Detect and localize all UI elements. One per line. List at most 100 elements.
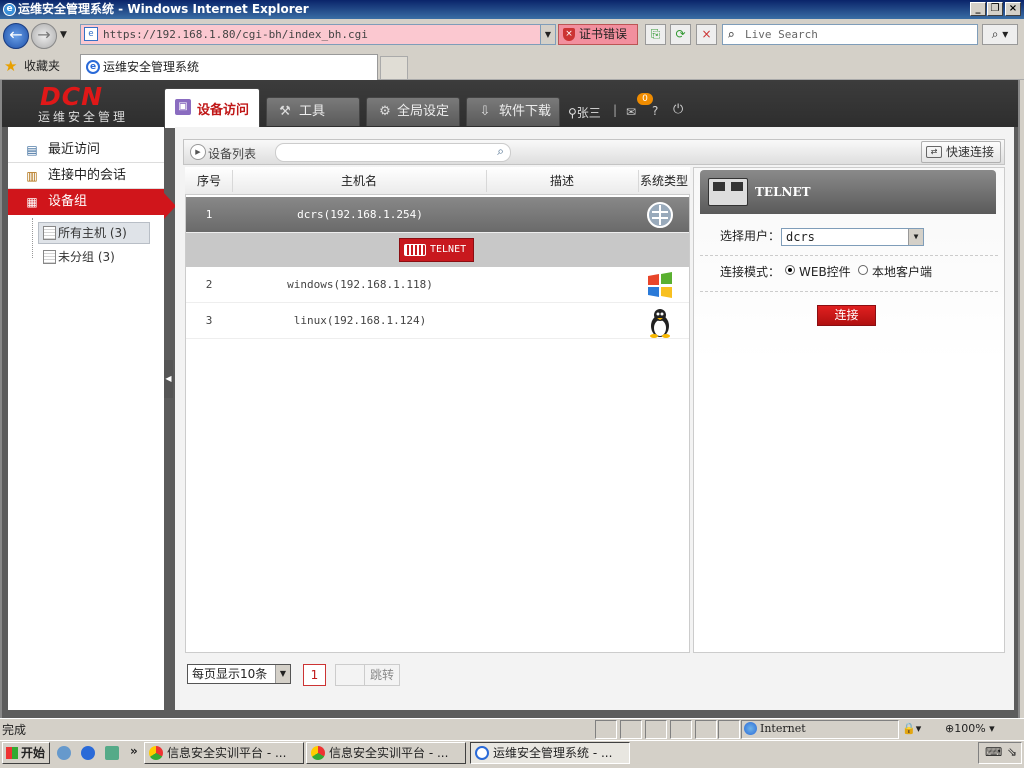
logo-subtitle: 运维安全管理	[38, 110, 129, 124]
globe-icon	[744, 722, 757, 735]
chevron-down-icon[interactable]: ▼	[908, 229, 923, 245]
tab-label: 工具	[299, 104, 326, 119]
divider	[700, 255, 998, 256]
sidebar-item-device-group[interactable]: ▦ 设备组	[8, 189, 164, 215]
zoom-control[interactable]: ⊕100% ▾	[945, 722, 995, 735]
page-number-button[interactable]: 1	[303, 664, 326, 686]
user-select[interactable]: dcrs ▼	[781, 228, 924, 246]
close-window-button[interactable]: ×	[1005, 2, 1021, 16]
host-list-icon	[43, 250, 56, 264]
refresh-icon[interactable]: ⟳	[670, 24, 691, 45]
ie-icon	[475, 746, 489, 760]
quicklaunch-icon[interactable]	[57, 746, 71, 760]
search-icon[interactable]: ⌕	[497, 144, 504, 159]
tab-global-settings[interactable]: ⚙ 全局设定	[366, 97, 460, 126]
protected-mode-icon[interactable]: 🔒▾	[902, 722, 921, 735]
search-input[interactable]: ⌕ Live Search	[722, 24, 978, 45]
per-page-value: 每页显示10条	[192, 667, 268, 681]
window-title: 运维安全管理系统 - Windows Internet Explorer	[18, 2, 309, 16]
gear-icon: ⚙	[379, 104, 391, 119]
sidebar-item-recent[interactable]: ▤ 最近访问	[8, 137, 164, 163]
task-label: 信息安全实训平台 - ...	[167, 746, 287, 760]
search-icon: ⌕	[727, 28, 735, 43]
taskbar-item[interactable]: 运维安全管理系统 - ...	[470, 742, 630, 764]
start-button[interactable]: 开始	[2, 742, 50, 764]
sidebar-item-sessions[interactable]: ▥ 连接中的会话	[8, 163, 164, 189]
telnet-computers-icon	[708, 178, 748, 206]
col-header-hostname[interactable]: 主机名	[232, 167, 486, 195]
row-seq: 1	[205, 208, 213, 221]
chevron-down-icon[interactable]: ▼	[275, 665, 290, 683]
row-seq: 3	[205, 314, 213, 327]
help-icon[interactable]: ?	[652, 104, 658, 118]
mail-count-badge: 0	[637, 93, 653, 105]
windows-flag-icon	[6, 747, 18, 759]
maximize-button[interactable]: ❐	[987, 2, 1003, 16]
taskbar-item[interactable]: 信息安全实训平台 - ...	[306, 742, 466, 764]
radio-local-client[interactable]	[858, 265, 868, 275]
ie-quicklaunch-icon[interactable]	[81, 746, 95, 760]
forward-button[interactable]: →	[31, 23, 57, 49]
jump-button[interactable]: 跳转	[364, 664, 400, 686]
tab-label: 软件下载	[499, 104, 552, 119]
mail-icon[interactable]: ✉	[626, 105, 636, 119]
minimize-button[interactable]: _	[970, 2, 986, 16]
telnet-label: TELNET	[430, 244, 467, 255]
back-button[interactable]: ←	[3, 23, 29, 49]
play-icon[interactable]: ▶	[190, 144, 206, 160]
device-search-input[interactable]: ⌕	[275, 143, 511, 162]
favorites-star-icon[interactable]: ★	[4, 57, 17, 75]
page-jump-input[interactable]	[335, 664, 365, 686]
network-tray-icon[interactable]: ⇘	[1007, 745, 1017, 759]
per-page-select[interactable]: 每页显示10条 ▼	[187, 664, 291, 684]
task-label: 运维安全管理系统 - ...	[493, 746, 613, 760]
browser-tab[interactable]: e 运维安全管理系统	[80, 54, 378, 80]
tree-item-all-hosts[interactable]: 所有主机 (3)	[58, 223, 127, 243]
favorites-button[interactable]: 收藏夹	[24, 57, 60, 74]
table-row[interactable]: 2 windows(192.168.1.118)	[186, 267, 689, 303]
compatibility-icon[interactable]: ⎘	[645, 24, 666, 45]
ie-tab-icon: e	[86, 60, 100, 74]
user-name: 张三	[576, 106, 601, 120]
shield-icon: ×	[563, 28, 575, 41]
tab-software-download[interactable]: ⇩ 软件下载	[466, 97, 560, 126]
table-row[interactable]: 3 linux(192.168.1.124)	[186, 303, 689, 339]
table-row[interactable]: 1 dcrs(192.168.1.254)	[186, 197, 689, 233]
quicklaunch-more[interactable]: »	[130, 744, 138, 758]
logout-power-icon[interactable]: ⏻	[673, 102, 683, 117]
connect-button[interactable]: 连接	[817, 305, 876, 326]
new-tab-button[interactable]	[380, 56, 408, 80]
col-header-os-type[interactable]: 系统类型	[638, 167, 690, 195]
col-header-description[interactable]: 描述	[486, 167, 638, 195]
cert-error-label: 证书错误	[579, 27, 628, 41]
collapse-sidebar-handle[interactable]: ◀	[164, 360, 173, 398]
sidebar-item-label: 最近访问	[48, 142, 101, 157]
radio-web-control[interactable]	[785, 265, 795, 275]
tab-tools[interactable]: ⚒ 工具	[266, 97, 360, 126]
radio-web-label[interactable]: WEB控件	[799, 263, 851, 280]
host-list-icon	[43, 226, 56, 240]
quicklaunch-icon[interactable]	[105, 746, 119, 760]
search-button[interactable]: ⌕ ▾	[982, 24, 1018, 45]
stop-icon[interactable]: ×	[696, 24, 717, 45]
address-dropdown-icon[interactable]: ▼	[540, 25, 555, 44]
start-label: 开始	[21, 746, 46, 760]
user-menu[interactable]: ⚲张三	[568, 104, 601, 121]
sidebar-item-label: 设备组	[48, 194, 88, 209]
server-group-icon: ▦	[26, 195, 38, 209]
col-header-seq[interactable]: 序号	[186, 167, 232, 195]
cert-error-button[interactable]: × 证书错误	[558, 24, 638, 45]
tab-device-access[interactable]: ▣ 设备访问	[164, 88, 260, 128]
address-bar[interactable]: e https://192.168.1.80/cgi-bh/index_bh.c…	[80, 24, 556, 45]
taskbar-item[interactable]: 信息安全实训平台 - ...	[144, 742, 304, 764]
status-cell	[670, 720, 692, 739]
history-dropdown-icon[interactable]: ▼	[60, 30, 67, 40]
divider	[700, 291, 998, 292]
tree-item-ungrouped[interactable]: 未分组 (3)	[58, 247, 115, 267]
page-icon: e	[84, 27, 98, 41]
row-host: linux(192.168.1.124)	[293, 314, 427, 327]
keyboard-tray-icon[interactable]: ⌨	[985, 745, 1002, 759]
quick-connect-button[interactable]: ⇄ 快速连接	[921, 141, 1001, 163]
radio-local-label[interactable]: 本地客户端	[872, 263, 932, 280]
telnet-button[interactable]: TELNET	[399, 238, 474, 262]
